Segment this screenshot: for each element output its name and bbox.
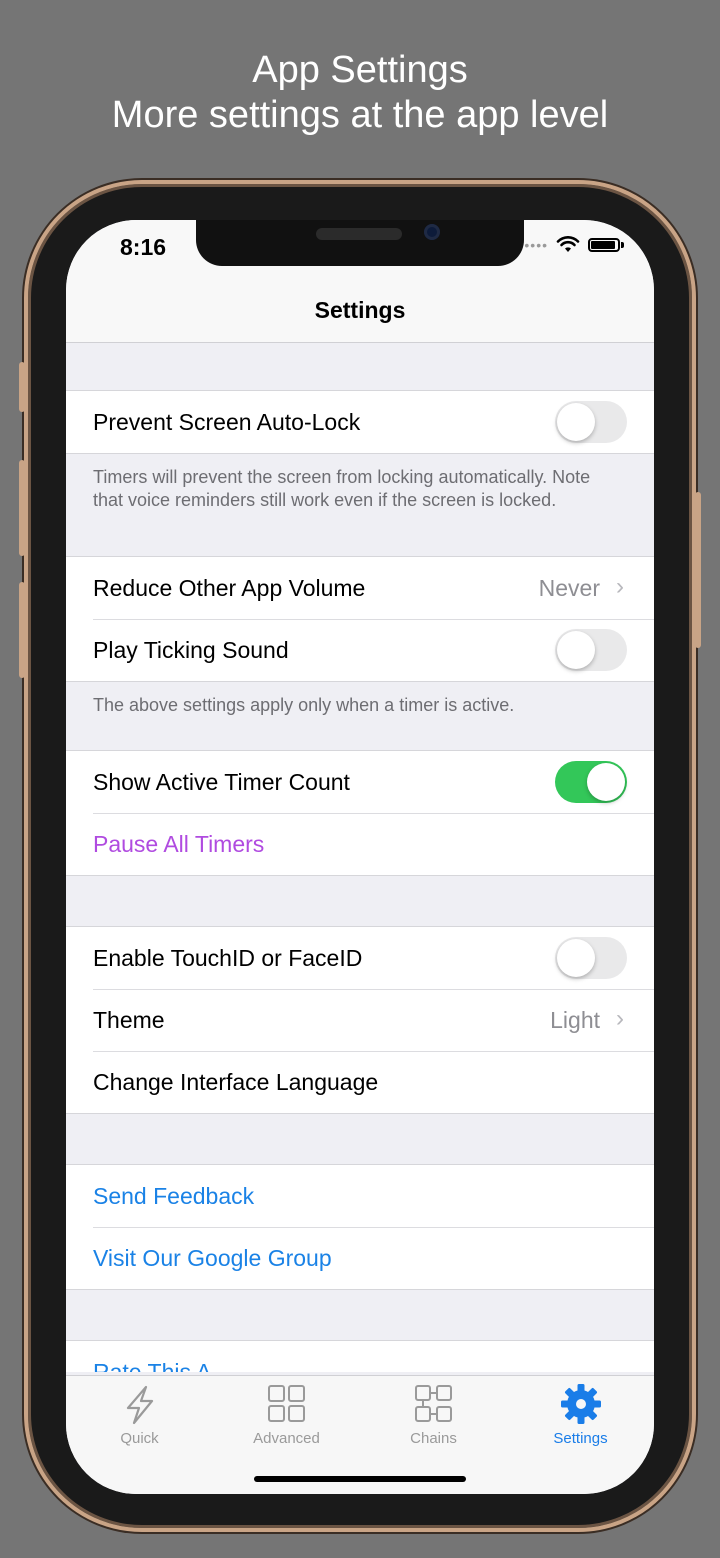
toggle-knob	[557, 631, 595, 669]
gear-icon	[560, 1384, 601, 1424]
cellular-signal-icon: ••••	[524, 237, 548, 253]
prevent-auto-lock-label: Prevent Screen Auto-Lock	[93, 408, 361, 435]
tab-chains[interactable]: Chains	[360, 1382, 507, 1447]
chain-grid-icon	[414, 1385, 452, 1422]
section-timers: Show Active Timer Count Pause All Timers	[66, 750, 654, 876]
send-feedback-row[interactable]: Send Feedback	[66, 1165, 654, 1227]
chevron-right-icon: ›	[616, 1005, 624, 1032]
tab-bar: Quick Advanced Chains Settings	[66, 1375, 654, 1494]
show-timer-count-row: Show Active Timer Count	[66, 751, 654, 813]
biometric-toggle[interactable]	[555, 937, 627, 979]
toggle-knob	[557, 403, 595, 441]
google-group-link[interactable]: Visit Our Google Group	[93, 1245, 332, 1272]
ticking-sound-row: Play Ticking Sound	[66, 619, 654, 681]
section-app: Enable TouchID or FaceID Theme Light › C…	[66, 926, 654, 1114]
tab-advanced[interactable]: Advanced	[213, 1382, 360, 1447]
theme-value: Light	[550, 1006, 600, 1033]
change-language-label: Change Interface Language	[93, 1068, 379, 1095]
promo-subtitle: More settings at the app level	[111, 94, 609, 136]
theme-label: Theme	[93, 1006, 165, 1033]
toggle-knob	[587, 763, 625, 801]
navigation-bar: Settings	[66, 280, 654, 343]
chevron-right-icon: ›	[616, 573, 624, 600]
phone-notch	[196, 220, 524, 266]
tab-quick[interactable]: Quick	[66, 1382, 213, 1447]
tab-label: Quick	[120, 1430, 159, 1447]
wifi-icon	[556, 236, 580, 252]
phone-power-button	[695, 492, 701, 648]
page-title: Settings	[314, 297, 406, 323]
earpiece-speaker	[316, 228, 402, 240]
phone-volume-up	[19, 460, 25, 556]
sound-footer: The above settings apply only when a tim…	[93, 695, 515, 715]
show-timer-count-label: Show Active Timer Count	[93, 768, 350, 795]
phone-mute-switch	[19, 362, 25, 412]
promo-title: App Settings	[252, 49, 468, 91]
rate-app-row[interactable]: Rate This A	[66, 1341, 654, 1373]
tab-label: Settings	[553, 1430, 608, 1447]
phone-screen: 8:16 •••• Settings Prevent Screen Auto-L…	[66, 220, 654, 1494]
auto-lock-footer: Timers will prevent the screen from lock…	[93, 467, 591, 510]
prevent-auto-lock-toggle[interactable]	[555, 401, 627, 443]
reduce-volume-value: Never	[538, 574, 600, 601]
send-feedback-link[interactable]: Send Feedback	[93, 1183, 254, 1210]
show-timer-count-toggle[interactable]	[555, 761, 627, 803]
pause-all-timers-button[interactable]: Pause All Timers	[93, 831, 264, 858]
phone-volume-down	[19, 582, 25, 678]
battery-icon	[588, 238, 620, 252]
biometric-label: Enable TouchID or FaceID	[93, 944, 363, 971]
status-icons: ••••	[524, 236, 624, 254]
tab-label: Chains	[410, 1430, 457, 1447]
grid-icon	[267, 1385, 305, 1422]
ticking-sound-label: Play Ticking Sound	[93, 636, 289, 663]
rate-app-link[interactable]: Rate This A	[93, 1359, 211, 1373]
change-language-row[interactable]: Change Interface Language	[66, 1051, 654, 1113]
settings-list[interactable]: Prevent Screen Auto-Lock Timers will pre…	[66, 342, 654, 1372]
lightning-icon	[126, 1385, 153, 1425]
tab-settings[interactable]: Settings	[507, 1382, 654, 1447]
pause-all-timers-row[interactable]: Pause All Timers	[66, 813, 654, 875]
biometric-row: Enable TouchID or FaceID	[66, 927, 654, 989]
prevent-auto-lock-row: Prevent Screen Auto-Lock	[66, 391, 654, 453]
battery-tip	[621, 242, 624, 248]
toggle-knob	[557, 939, 595, 977]
home-indicator	[254, 1476, 466, 1482]
section-rate: Rate This A	[66, 1340, 654, 1372]
status-time: 8:16	[120, 234, 167, 260]
tab-label: Advanced	[253, 1430, 320, 1447]
reduce-volume-row[interactable]: Reduce Other App Volume Never ›	[66, 557, 654, 619]
promo-headline: App Settings More settings at the app le…	[0, 48, 720, 138]
front-camera	[424, 224, 440, 240]
section-support: Send Feedback Visit Our Google Group	[66, 1164, 654, 1290]
ticking-sound-toggle[interactable]	[555, 629, 627, 671]
google-group-row[interactable]: Visit Our Google Group	[66, 1227, 654, 1289]
theme-row[interactable]: Theme Light ›	[66, 989, 654, 1051]
reduce-volume-label: Reduce Other App Volume	[93, 574, 366, 601]
section-screen-lock: Prevent Screen Auto-Lock	[66, 390, 654, 454]
section-sound: Reduce Other App Volume Never › Play Tic…	[66, 556, 654, 682]
